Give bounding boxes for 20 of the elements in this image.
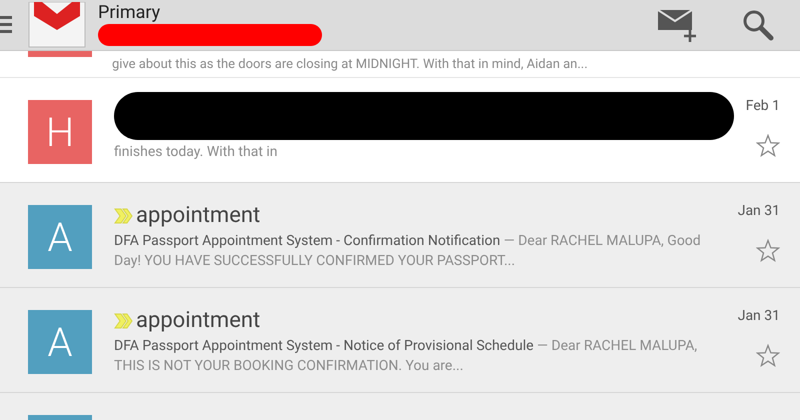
avatar: H xyxy=(28,100,92,164)
message-snippet: finishes today. With that in xyxy=(114,143,279,162)
star-icon[interactable] xyxy=(756,344,780,368)
avatar: A xyxy=(28,205,92,269)
envelope-logo-icon[interactable] xyxy=(28,2,86,48)
star-icon[interactable] xyxy=(756,239,780,263)
app-title: Primary xyxy=(98,4,162,22)
message-date: Jan 31 xyxy=(738,308,780,324)
message-snippet: give about this as the doors are closing at MIDNIGHT. With that in mind, Aidan an... xyxy=(112,56,588,72)
message-row[interactable]: H finishes today. With that in Feb 1 xyxy=(0,78,800,183)
menu-icon[interactable] xyxy=(0,16,12,34)
star-icon[interactable] xyxy=(756,134,780,158)
message-snippet: DFA Passport Appointment System - Confirmation Notification — Dear RACHEL MALUPA, Good Day! YOU HAVE SUCCESSFULLY CONFIRMED YOUR PASSPORT... xyxy=(114,232,702,271)
message-date: Jan 31 xyxy=(738,203,780,219)
avatar: A xyxy=(28,310,92,374)
search-icon[interactable] xyxy=(742,9,774,41)
message-snippet: DFA Passport Appointment System - Notice of Provisional Schedule — Dear RACHEL MALUPA, THIS IS NOT YOUR BOOKING CONFIRMATION. You are... xyxy=(114,337,698,376)
message-date: Feb 1 xyxy=(746,98,780,114)
message-subject: appointment xyxy=(136,308,260,334)
message-subject: appointment xyxy=(136,203,260,229)
